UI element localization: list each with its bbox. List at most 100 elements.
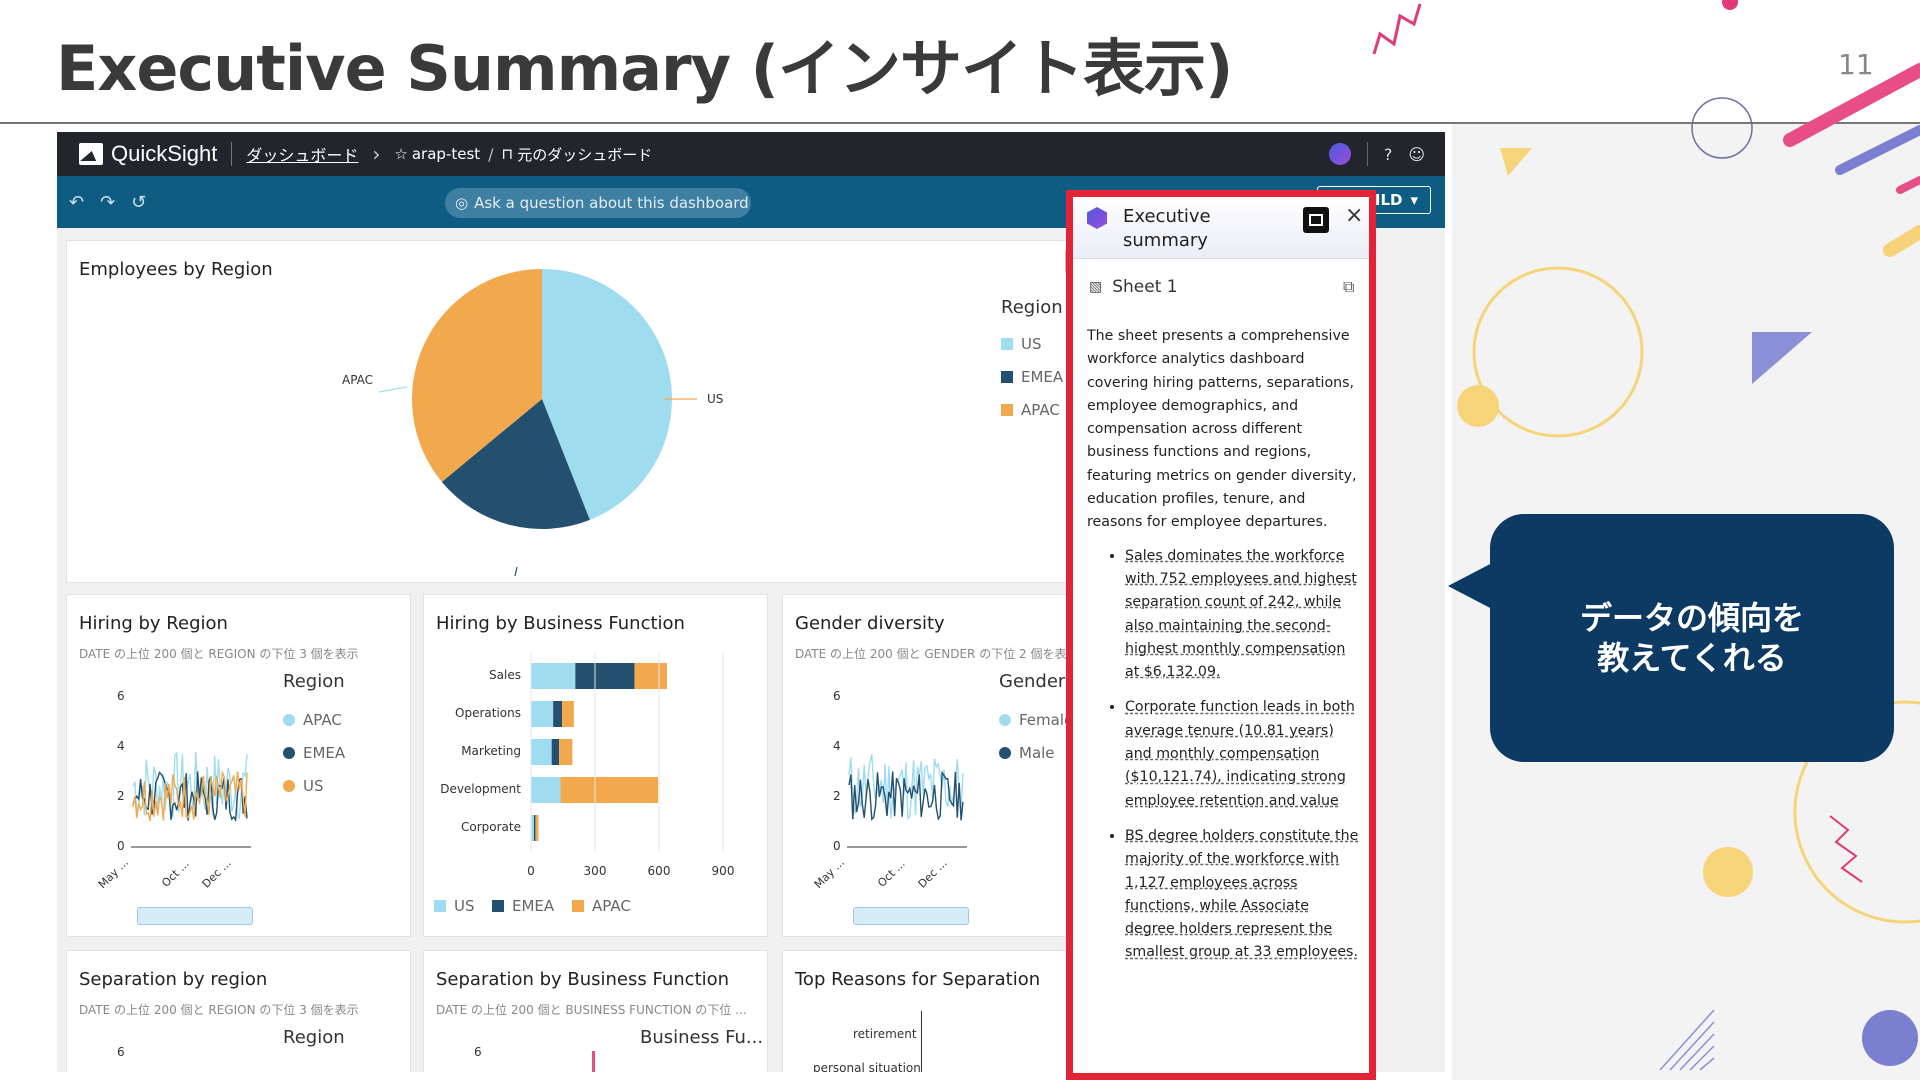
legend-swatch: [1001, 371, 1013, 383]
legend-item-female[interactable]: Female: [999, 711, 1073, 729]
legend-label: EMEA: [1021, 368, 1064, 386]
copy-icon[interactable]: ⧉: [1343, 277, 1354, 297]
favorite-dashboard[interactable]: ☆ arap-test: [394, 145, 480, 163]
legend-title: Region: [283, 1027, 345, 1048]
panel-title: Hiring by Business Function: [436, 613, 685, 634]
summary-title-line: summary: [1123, 230, 1208, 251]
range-slider[interactable]: [853, 907, 969, 925]
y-tick: 0: [833, 839, 841, 853]
legend-dot: [999, 714, 1011, 726]
sheet-label: Sheet 1: [1112, 277, 1178, 297]
bar-us[interactable]: [531, 777, 561, 803]
bar-apac[interactable]: [559, 739, 573, 765]
chevron-right-icon: ›: [372, 142, 381, 166]
legend-title: Business Fu...: [640, 1027, 764, 1048]
summary-header: Executive summary ×: [1073, 197, 1369, 259]
legend-item-apac[interactable]: APAC: [1001, 401, 1060, 419]
dock-icon: [1309, 214, 1323, 226]
legend-item-us[interactable]: US: [1001, 335, 1042, 353]
panel-title: Separation by Business Function: [436, 969, 730, 990]
amazon-q-icon: ◎: [455, 194, 469, 212]
legend-dot: [283, 714, 295, 726]
y-tick: 6: [474, 1045, 482, 1059]
bar-emea[interactable]: [575, 663, 635, 689]
legend-label: US: [454, 897, 475, 915]
legend-item-apac[interactable]: APAC: [283, 711, 342, 729]
bar-apac[interactable]: [535, 815, 539, 841]
legend-item-emea[interactable]: EMEA: [492, 897, 554, 915]
panel-subtitle: DATE の上位 200 個と REGION の下位 3 個を表示: [79, 1003, 359, 1017]
user-icon[interactable]: ☺: [1408, 145, 1425, 164]
category-label: Operations: [455, 706, 521, 720]
bar-apac[interactable]: [634, 663, 667, 689]
top-navigation-bar: QuickSight ダッシュボード › ☆ arap-test / ⊓ 元のダッシ…: [57, 132, 1445, 176]
x-tick: 600: [648, 864, 671, 878]
summary-bullet-text[interactable]: BS degree holders constitute the majorit…: [1125, 828, 1358, 960]
star-icon: ☆: [394, 145, 408, 163]
legend-item-us[interactable]: US: [434, 897, 475, 915]
bar-emea[interactable]: [551, 739, 560, 765]
bar-emea[interactable]: [533, 815, 536, 841]
divider: [231, 142, 233, 166]
legend-label: US: [303, 777, 324, 795]
quicksight-logo[interactable]: QuickSight: [79, 141, 217, 167]
breadcrumb-dashboards[interactable]: ダッシュボード: [246, 142, 358, 166]
summary-bullet-text[interactable]: Sales dominates the workforce with 752 e…: [1125, 548, 1357, 680]
bar-us[interactable]: [531, 739, 552, 765]
y-tick: 4: [117, 739, 125, 753]
close-icon[interactable]: ×: [1345, 203, 1363, 228]
summary-bullet: Sales dominates the workforce with 752 e…: [1125, 545, 1359, 685]
breadcrumb-separator: /: [488, 144, 494, 164]
panel-subtitle: DATE の上位 200 個と REGION の下位 3 個を表示: [79, 647, 359, 661]
legend-label: APAC: [1021, 401, 1060, 419]
help-icon[interactable]: ?: [1384, 145, 1393, 164]
legend-swatch: [434, 900, 446, 912]
original-dashboard-link[interactable]: ⊓ 元のダッシュボード: [502, 144, 653, 165]
bar-us[interactable]: [531, 701, 554, 727]
x-tick: 300: [584, 864, 607, 878]
dock-panel-button[interactable]: [1303, 207, 1329, 233]
x-tick: Dec ...: [915, 856, 950, 891]
bar-apac[interactable]: [562, 701, 574, 727]
ask-question-input[interactable]: ◎ Ask a question about this dashboard: [445, 188, 751, 218]
y-tick: 2: [117, 789, 125, 803]
bar-emea[interactable]: [553, 701, 563, 727]
legend-swatch: [572, 900, 584, 912]
legend-item-emea[interactable]: EMEA: [283, 744, 345, 762]
legend-title: Region: [283, 671, 345, 692]
separation-by-region-panel: Separation by region DATE の上位 200 個と REG…: [66, 950, 411, 1072]
legend-label: APAC: [592, 897, 631, 915]
y-tick: 6: [117, 689, 125, 703]
summary-bullet-text[interactable]: Corporate function leads in both average…: [1125, 699, 1355, 808]
undo-icon[interactable]: ↶: [69, 192, 84, 213]
reset-icon[interactable]: ↺: [131, 192, 146, 213]
divider: [1366, 142, 1368, 166]
range-slider[interactable]: [137, 907, 253, 925]
summary-intro: The sheet presents a comprehensive workf…: [1087, 328, 1357, 531]
bar-us[interactable]: [531, 663, 576, 689]
gender-diversity-line-chart: [847, 754, 967, 848]
dashboard-name: arap-test: [411, 145, 481, 163]
bar-apac[interactable]: [560, 777, 659, 803]
panel-title: Hiring by Region: [79, 613, 228, 634]
redo-icon[interactable]: ↷: [100, 192, 115, 213]
summary-title: Executive summary: [1123, 205, 1211, 253]
legend-label: EMEA: [512, 897, 555, 915]
ask-placeholder: Ask a question about this dashboard: [474, 194, 749, 212]
amazon-q-icon[interactable]: [1328, 143, 1351, 165]
legend-swatch: [492, 900, 504, 912]
bookmark-icon: ⊓: [501, 145, 514, 163]
panel-title: Separation by region: [79, 969, 268, 990]
legend-item-apac[interactable]: APAC: [572, 897, 631, 915]
x-tick: Oct ...: [159, 857, 192, 890]
x-tick: May ...: [811, 855, 847, 892]
callout-text: 教えてくれる: [1597, 639, 1787, 677]
legend-label: Male: [1019, 744, 1055, 762]
x-tick: 900: [712, 864, 735, 878]
legend-item-male[interactable]: Male: [999, 744, 1055, 762]
legend-item-us[interactable]: US: [283, 777, 324, 795]
legend-item-emea[interactable]: EMEA: [1001, 368, 1063, 386]
caret-down-icon: ▾: [1410, 191, 1418, 209]
panel-title: Gender diversity: [795, 613, 945, 634]
hiring-by-region-panel: Hiring by Region DATE の上位 200 個と REGION …: [66, 594, 411, 937]
